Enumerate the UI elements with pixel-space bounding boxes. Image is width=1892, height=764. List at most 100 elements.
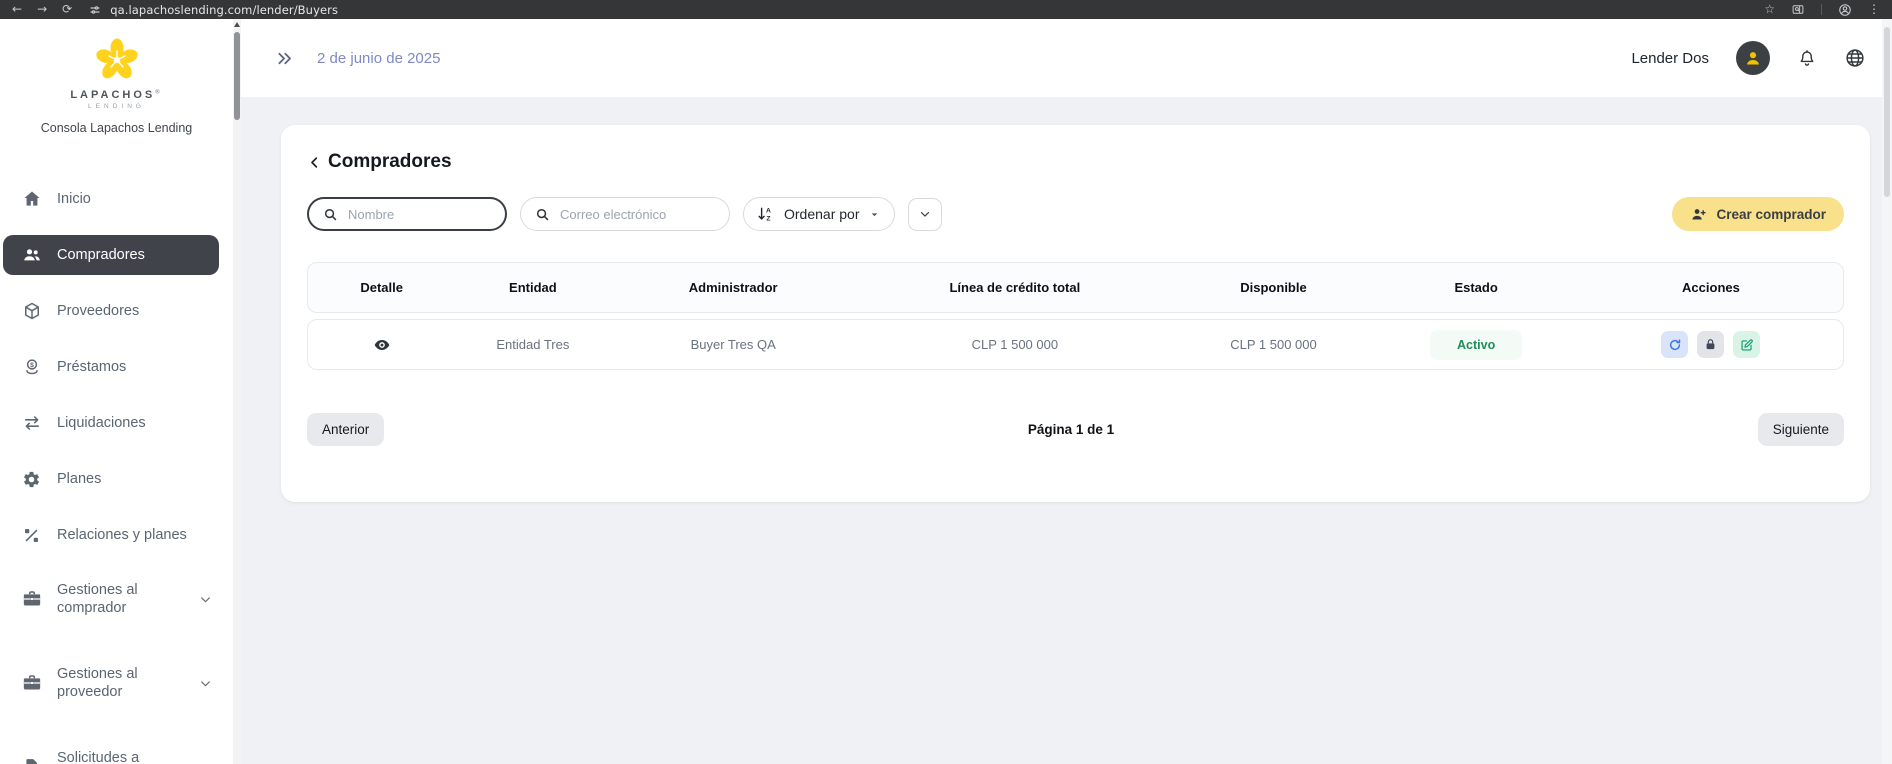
top-header: 2 de junio de 2025 Lender Dos: [241, 19, 1882, 97]
edit-pencil-icon: [1740, 338, 1754, 352]
current-date: 2 de junio de 2025: [317, 50, 440, 67]
view-detail-button[interactable]: [308, 336, 455, 354]
sidebar-item-label: Relaciones y planes: [57, 526, 187, 544]
sidebar-item-planes[interactable]: Planes: [3, 459, 219, 499]
search-icon: [535, 207, 550, 222]
column-header-acciones: Acciones: [1579, 280, 1843, 295]
chevron-down-icon[interactable]: [198, 760, 213, 764]
scroll-up-arrow-icon[interactable]: [234, 22, 240, 27]
page-info: Página 1 de 1: [384, 422, 1757, 437]
name-search-input[interactable]: [346, 206, 476, 223]
avatar[interactable]: [1736, 41, 1770, 75]
email-search-input[interactable]: [558, 206, 688, 223]
browser-reload-icon[interactable]: ⟳: [62, 0, 72, 19]
page-scrollbar[interactable]: [1882, 19, 1892, 764]
sidebar-item-label: Inicio: [57, 190, 91, 208]
lock-icon: [1704, 338, 1717, 351]
cell-entidad: Entidad Tres: [455, 337, 610, 352]
browser-profile-icon[interactable]: [1838, 3, 1852, 17]
sidebar-item-label: Gestiones al proveedor: [57, 665, 175, 701]
address-bar[interactable]: qa.lapachoslending.com/lender/Buyers: [87, 2, 338, 17]
sidebar-scrollbar-thumb[interactable]: [234, 32, 240, 120]
logo-block: LAPACHOS® LENDING Consola Lapachos Lendi…: [0, 19, 233, 160]
cell-disponible: CLP 1 500 000: [1174, 337, 1374, 352]
caret-down-icon: [869, 209, 880, 220]
person-plus-icon: [1690, 206, 1707, 223]
next-page-button[interactable]: Siguiente: [1758, 413, 1844, 446]
previous-page-button[interactable]: Anterior: [307, 413, 384, 446]
chevron-down-icon[interactable]: [198, 592, 213, 607]
back-chevron-icon[interactable]: [307, 155, 322, 170]
sidebar-item-label: Solicitudes a completar: [57, 749, 175, 764]
coin-icon: $: [22, 357, 42, 377]
svg-text:$: $: [30, 362, 34, 369]
home-icon: [22, 189, 42, 209]
table-header-row: Detalle Entidad Administrador Línea de c…: [307, 262, 1844, 313]
status-badge: Activo: [1430, 330, 1522, 360]
url-text[interactable]: qa.lapachoslending.com/lender/Buyers: [110, 3, 338, 17]
sidebar-item-gestiones-al-proveedor[interactable]: Gestiones al proveedor: [3, 655, 219, 711]
sidebar-item-liquidaciones[interactable]: Liquidaciones: [3, 403, 219, 443]
sidebar-item-label: Préstamos: [57, 358, 126, 376]
sidebar-item-relaciones-y-planes[interactable]: Relaciones y planes: [3, 515, 219, 555]
sidebar: LAPACHOS® LENDING Consola Lapachos Lendi…: [0, 19, 233, 764]
sidebar-item-prestamos[interactable]: $ Préstamos: [3, 347, 219, 387]
briefcase-icon: [22, 673, 42, 693]
column-header-entidad: Entidad: [455, 280, 610, 295]
bookmark-star-icon[interactable]: ☆: [1764, 0, 1775, 19]
chrome-divider: [1821, 4, 1822, 15]
page-title: Compradores: [328, 151, 452, 173]
svg-text:Z: Z: [766, 215, 770, 222]
column-header-estado: Estado: [1373, 280, 1579, 295]
sidebar-item-proveedores[interactable]: Proveedores: [3, 291, 219, 331]
chevron-down-icon[interactable]: [198, 676, 213, 691]
sort-by-dropdown[interactable]: A Z Ordenar por: [743, 197, 895, 231]
lock-buyer-button[interactable]: [1697, 331, 1724, 358]
sidebar-item-compradores[interactable]: Compradores: [3, 235, 219, 275]
user-name: Lender Dos: [1631, 50, 1709, 67]
refresh-credit-button[interactable]: [1661, 331, 1688, 358]
document-check-icon: [22, 757, 42, 764]
column-header-detalle: Detalle: [308, 280, 455, 295]
briefcase-icon: [22, 589, 42, 609]
sidebar-item-label: Compradores: [57, 246, 145, 264]
main-area: 2 de junio de 2025 Lender Dos: [241, 19, 1882, 764]
language-globe-icon[interactable]: [1844, 47, 1866, 69]
sidebar-item-solicitudes-a-completar[interactable]: Solicitudes a completar: [3, 739, 219, 764]
page-scrollbar-thumb[interactable]: [1884, 27, 1890, 197]
column-header-linea-credito: Línea de crédito total: [856, 280, 1174, 295]
sidebar-item-label: Planes: [57, 470, 101, 488]
people-icon: [22, 245, 42, 265]
sidebar-item-inicio[interactable]: Inicio: [3, 179, 219, 219]
column-header-disponible: Disponible: [1174, 280, 1374, 295]
console-label: Consola Lapachos Lending: [0, 121, 233, 135]
eye-icon: [373, 336, 391, 354]
sidebar-scrollbar[interactable]: [233, 19, 241, 764]
cell-estado: Activo: [1373, 330, 1579, 360]
refresh-icon: [1668, 338, 1682, 352]
sidebar-item-gestiones-al-comprador[interactable]: Gestiones al comprador: [3, 571, 219, 627]
more-filters-button[interactable]: [908, 198, 942, 231]
browser-menu-icon[interactable]: ⋮: [1868, 0, 1880, 19]
email-search-field[interactable]: [520, 197, 730, 231]
create-buyer-button[interactable]: Crear comprador: [1672, 197, 1844, 231]
svg-text:A: A: [766, 208, 771, 215]
column-header-administrador: Administrador: [610, 280, 856, 295]
cell-administrador: Buyer Tres QA: [610, 337, 856, 352]
name-search-field[interactable]: [307, 197, 507, 231]
side-panel-icon[interactable]: [1791, 3, 1805, 16]
notifications-bell-icon[interactable]: [1797, 48, 1817, 69]
table-row: Entidad Tres Buyer Tres QA CLP 1 500 000…: [307, 319, 1844, 370]
site-settings-icon[interactable]: [87, 2, 102, 17]
browser-chrome: ← → ⟳ qa.lapachoslending.com/lender/Buye…: [0, 0, 1892, 19]
browser-forward-icon[interactable]: →: [37, 0, 47, 19]
cell-acciones: [1579, 331, 1843, 358]
sidebar-item-label: Proveedores: [57, 302, 139, 320]
sidebar-nav: Inicio Compradores Proveedores: [0, 160, 233, 764]
buyers-card: Compradores: [281, 125, 1870, 502]
edit-buyer-button[interactable]: [1733, 331, 1760, 358]
browser-back-icon[interactable]: ←: [12, 0, 22, 19]
registered-mark: ®: [155, 89, 162, 95]
cube-icon: [22, 301, 42, 321]
double-chevron-right-icon[interactable]: [275, 49, 294, 68]
